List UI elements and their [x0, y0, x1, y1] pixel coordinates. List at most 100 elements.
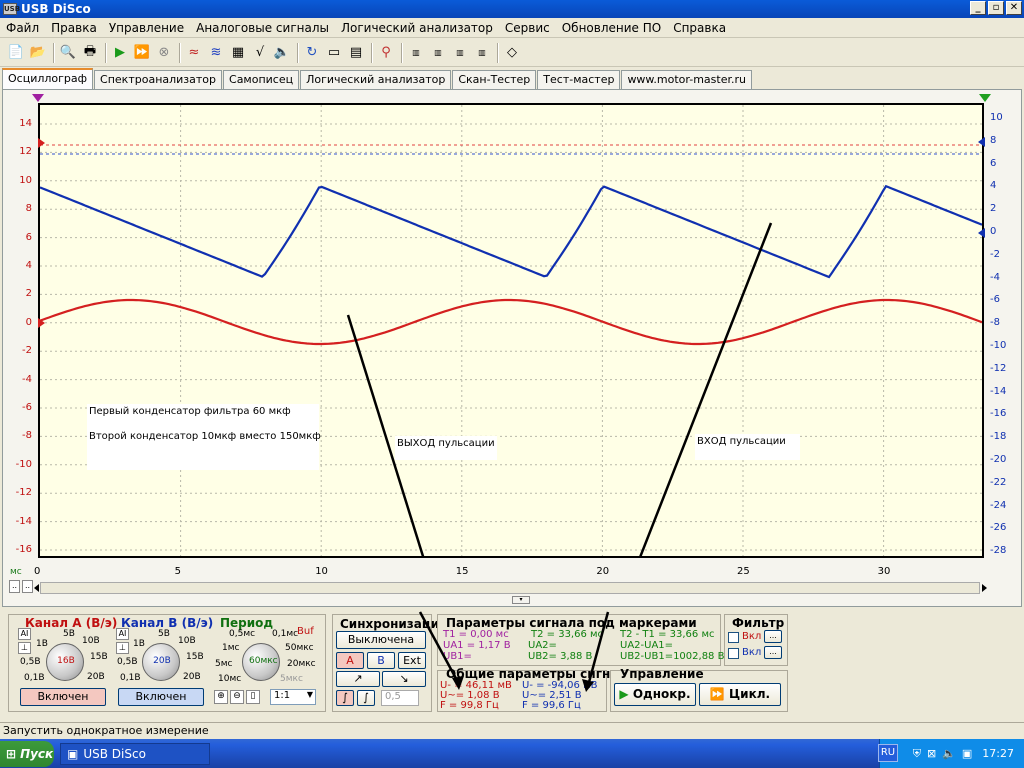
period-knob[interactable]: 60мкс — [242, 643, 280, 681]
zoom-out-icon[interactable]: ⊖ — [230, 690, 244, 704]
volume-icon[interactable]: 🔈 — [942, 747, 956, 760]
menu-control[interactable]: Управление — [103, 21, 190, 35]
play-cycle-icon[interactable]: ⏩ — [132, 43, 152, 63]
sync-level-input[interactable]: 0,5 — [381, 690, 419, 706]
sync-ext-button[interactable]: Ext — [398, 652, 426, 669]
tab-website[interactable]: www.motor-master.ru — [621, 70, 752, 89]
menu-edit[interactable]: Правка — [45, 21, 103, 35]
taskbar-app-button[interactable]: ▣ USB DiSco — [60, 742, 210, 765]
start-button[interactable]: ⊞ Пуск — [0, 740, 54, 767]
refresh-icon[interactable]: ↻ — [302, 43, 322, 63]
channel-b-ai-button[interactable]: AI — [116, 628, 129, 640]
sync-manual-icon[interactable]: ∫ — [357, 690, 375, 706]
i2c-icon[interactable]: ▥ — [450, 43, 470, 63]
collapse-panel-button[interactable]: ▾ — [512, 596, 530, 604]
network-icon[interactable]: ⊠ — [927, 747, 936, 760]
filter-a-settings-button[interactable]: ... — [764, 630, 782, 643]
menu-update[interactable]: Обновление ПО — [556, 21, 667, 35]
period-5us: 5мкс — [280, 674, 303, 684]
close-button[interactable]: ✕ — [1006, 1, 1022, 15]
open-folder-icon[interactable]: 📂 — [28, 43, 48, 63]
left-tick-label: -4 — [22, 373, 32, 385]
probe-icon[interactable]: ⚲ — [376, 43, 396, 63]
tab-test-master[interactable]: Тест-мастер — [537, 70, 621, 89]
filter-a-checkbox[interactable] — [728, 632, 739, 643]
menu-help[interactable]: Справка — [667, 21, 732, 35]
sync-channel-a-button[interactable]: A — [336, 652, 364, 669]
scroll-right-icon[interactable] — [982, 584, 987, 592]
spi-icon[interactable]: ▥ — [428, 43, 448, 63]
tab-spectrum[interactable]: Спектроанализатор — [94, 70, 223, 89]
channel-b-zero-marker[interactable] — [978, 228, 985, 238]
menu-analog[interactable]: Аналоговые сигналы — [190, 21, 335, 35]
sync-auto-icon[interactable]: ∫ — [336, 690, 354, 706]
tab-oscilloscope[interactable]: Осциллограф — [2, 68, 94, 89]
tab-recorder[interactable]: Самописец — [223, 70, 300, 89]
eraser-icon[interactable]: ◇ — [502, 43, 522, 63]
sync-falling-edge-icon[interactable]: ↘ — [382, 671, 426, 687]
ratio-value: 1:1 — [274, 690, 291, 701]
channel-a-level-marker[interactable] — [38, 138, 45, 148]
play-icon[interactable]: ▶ — [110, 43, 130, 63]
print-icon[interactable]: 🖶 — [80, 43, 100, 63]
channel-b-wave-icon[interactable]: ≋ — [206, 43, 226, 63]
ratio-select[interactable]: 1:1 ▼ — [270, 689, 316, 705]
language-indicator[interactable]: RU — [878, 744, 898, 762]
cycle-run-button[interactable]: ⏩ Цикл. — [699, 683, 781, 706]
channel-b-enable-button[interactable]: Включен — [118, 688, 204, 706]
zoom-in-icon[interactable]: ⊕ — [214, 690, 228, 704]
sync-off-button[interactable]: Выключена — [336, 631, 426, 649]
app-icon: USB — [3, 3, 21, 15]
menu-service[interactable]: Сервис — [499, 21, 556, 35]
wire-icon[interactable]: ▥ — [472, 43, 492, 63]
new-file-icon[interactable]: 📄 — [6, 43, 26, 63]
buffer-label[interactable]: Buf — [297, 626, 314, 637]
stop-icon[interactable]: ⊗ — [154, 43, 174, 63]
scroll-left-icon[interactable] — [34, 584, 39, 592]
marker-t2-handle[interactable] — [979, 94, 991, 102]
zoom-out-x-button[interactable]: .. — [9, 580, 20, 593]
channel-a-wave-icon[interactable]: ≈ — [184, 43, 204, 63]
markers-title: Параметры сигнала под маркерами — [446, 616, 697, 630]
restore-button[interactable]: ▫ — [988, 1, 1004, 15]
channel-a-ai-button[interactable]: AI — [18, 628, 31, 640]
tab-scan-tester[interactable]: Скан-Тестер — [452, 70, 537, 89]
math-icon[interactable]: √ — [250, 43, 270, 63]
minimize-button[interactable]: _ — [970, 1, 986, 15]
page-icon[interactable]: ▯ — [246, 690, 260, 704]
device-icon[interactable]: ▣ — [962, 747, 972, 760]
channel-a-zero-marker[interactable] — [38, 318, 45, 328]
print-preview-icon[interactable]: 🔍 — [58, 43, 78, 63]
zoom-in-x-button[interactable]: .. — [22, 580, 33, 593]
calculator-icon[interactable]: ▦ — [228, 43, 248, 63]
menu-file[interactable]: Файл — [0, 21, 45, 35]
period-5ms: 5мс — [215, 659, 233, 669]
filter-b-checkbox[interactable] — [728, 648, 739, 659]
channel-b-knob[interactable]: 20В — [142, 643, 180, 681]
uart-icon[interactable]: ▥ — [406, 43, 426, 63]
single-run-button[interactable]: ▶ Однокр. — [614, 683, 696, 706]
marker-t1-handle[interactable] — [32, 94, 44, 102]
channel-b-coupling-button[interactable]: ⊥ — [116, 642, 129, 654]
window-icon[interactable]: ▭ — [324, 43, 344, 63]
filter-b-settings-button[interactable]: ... — [764, 646, 782, 659]
fast-forward-icon: ⏩ — [709, 687, 730, 701]
channel-b-level-marker[interactable] — [978, 137, 985, 147]
menu-logic[interactable]: Логический анализатор — [335, 21, 499, 35]
oscilloscope-plot[interactable] — [38, 103, 984, 558]
sound-icon[interactable]: 🔈 — [272, 43, 292, 63]
x-tick-label: 30 — [877, 566, 891, 577]
channel-a-knob[interactable]: 16В — [46, 643, 84, 681]
start-label: Пуск — [20, 746, 54, 761]
horizontal-scrollbar[interactable] — [40, 582, 980, 594]
memory-icon[interactable]: ▤ — [346, 43, 366, 63]
tab-logic[interactable]: Логический анализатор — [300, 70, 452, 89]
right-tick-label: -12 — [990, 362, 1007, 374]
channel-a-coupling-button[interactable]: ⊥ — [18, 642, 31, 654]
left-tick-label: 12 — [19, 146, 32, 158]
sync-rising-edge-icon[interactable]: ↗ — [336, 671, 380, 687]
channel-a-enable-button[interactable]: Включен — [20, 688, 106, 706]
sync-channel-b-button[interactable]: B — [367, 652, 395, 669]
security-icon[interactable]: ⛨ — [913, 747, 921, 761]
right-tick-label: -2 — [990, 248, 1000, 260]
